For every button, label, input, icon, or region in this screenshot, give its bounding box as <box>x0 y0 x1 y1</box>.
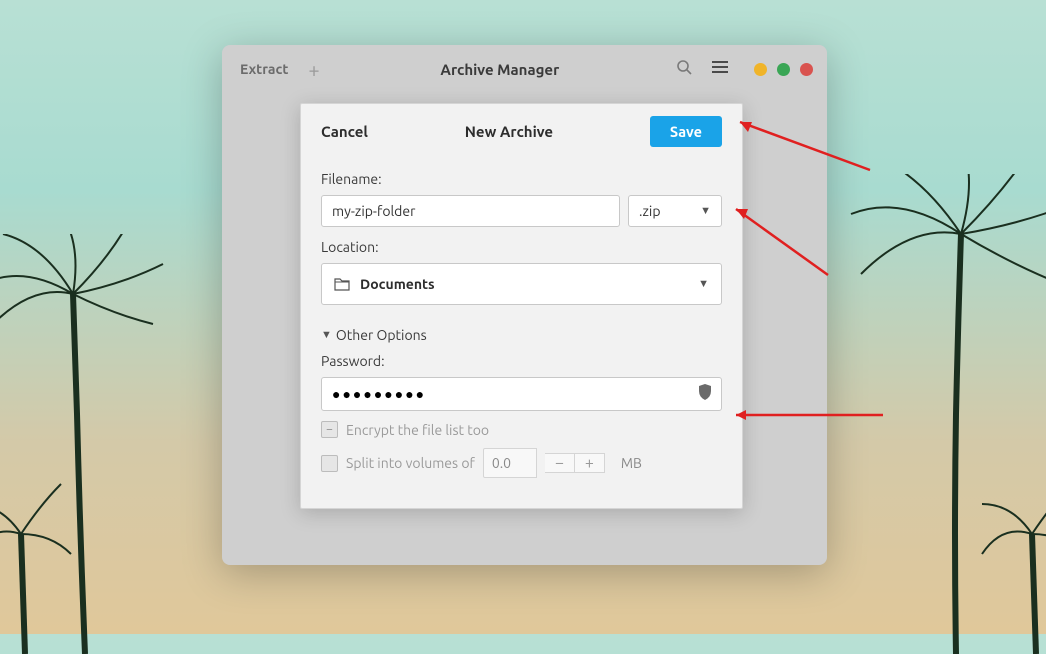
minimize-button[interactable] <box>754 63 767 76</box>
encrypt-filelist-row: Encrypt the file list too <box>321 421 722 438</box>
bg-palm-left <box>0 234 210 654</box>
hamburger-menu-icon[interactable] <box>704 56 736 82</box>
location-label: Location: <box>321 239 722 255</box>
split-volumes-row: Split into volumes of − + MB <box>321 448 722 478</box>
encrypt-label: Encrypt the file list too <box>346 422 489 438</box>
split-size-input[interactable] <box>483 448 537 478</box>
add-button[interactable]: + <box>300 58 327 81</box>
split-checkbox[interactable] <box>321 455 338 472</box>
window-title: Archive Manager <box>336 61 664 78</box>
cancel-button[interactable]: Cancel <box>321 123 368 140</box>
password-input[interactable] <box>321 377 722 411</box>
split-label: Split into volumes of <box>346 455 475 471</box>
chevron-down-icon: ▼ <box>700 205 711 217</box>
caret-down-icon: ▼ <box>321 329 332 341</box>
bg-palm-right <box>806 174 1046 654</box>
new-archive-dialog: Cancel New Archive Save Filename: .zip ▼… <box>300 103 743 509</box>
other-options-expander[interactable]: ▼ Other Options <box>321 327 722 343</box>
dialog-header: Cancel New Archive Save <box>301 104 742 165</box>
window-controls <box>754 63 813 76</box>
filename-label: Filename: <box>321 171 722 187</box>
save-button[interactable]: Save <box>650 116 722 147</box>
split-unit: MB <box>621 455 642 471</box>
titlebar: Extract + Archive Manager <box>222 45 827 93</box>
location-value: Documents <box>360 276 435 292</box>
extract-button[interactable]: Extract <box>236 55 292 83</box>
shield-icon <box>698 384 712 404</box>
folder-icon <box>334 277 350 291</box>
extension-value: .zip <box>639 203 661 219</box>
password-label: Password: <box>321 353 722 369</box>
other-options-label: Other Options <box>336 327 427 343</box>
close-button[interactable] <box>800 63 813 76</box>
maximize-button[interactable] <box>777 63 790 76</box>
archive-manager-window: Extract + Archive Manager Cancel New Arc… <box>222 45 827 565</box>
search-icon[interactable] <box>672 55 696 83</box>
stepper-minus[interactable]: − <box>545 453 575 473</box>
split-stepper: − + <box>545 453 605 473</box>
dialog-title: New Archive <box>465 123 553 140</box>
extension-dropdown[interactable]: .zip ▼ <box>628 195 722 227</box>
location-dropdown[interactable]: Documents ▼ <box>321 263 722 305</box>
stepper-plus[interactable]: + <box>575 453 605 473</box>
filename-input[interactable] <box>321 195 620 227</box>
chevron-down-icon: ▼ <box>698 278 709 290</box>
encrypt-checkbox[interactable] <box>321 421 338 438</box>
